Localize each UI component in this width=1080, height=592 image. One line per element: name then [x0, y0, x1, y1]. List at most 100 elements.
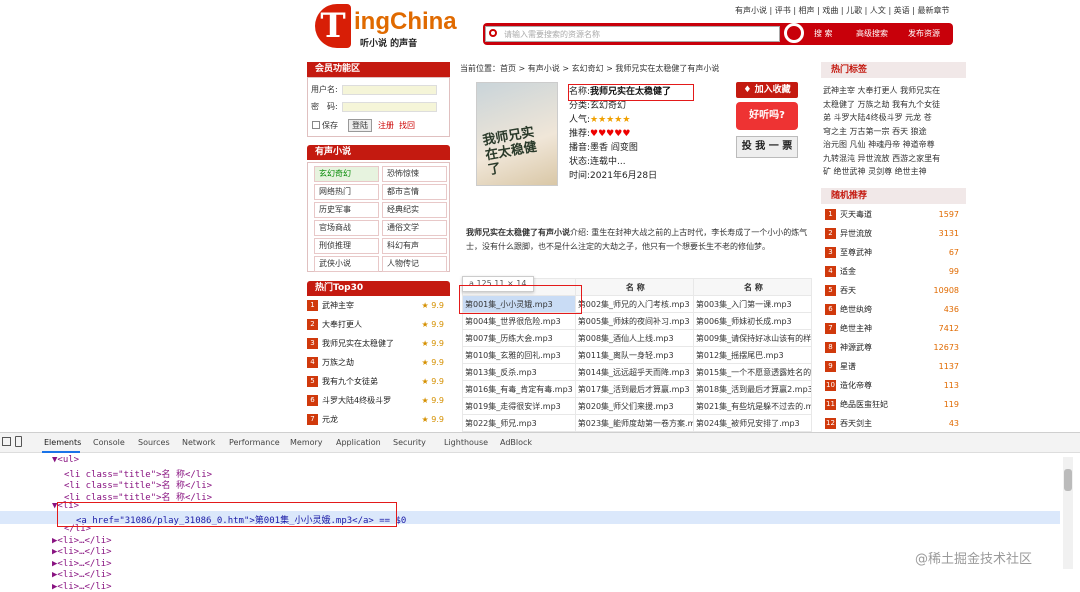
logo-text[interactable]: ingChina	[354, 8, 457, 36]
devtools-tab-sources[interactable]: Sources	[138, 438, 170, 447]
genre-link[interactable]: 官场商战	[314, 220, 379, 236]
top30-row[interactable]: 1 武神主宰 ★ 9.9	[307, 296, 450, 315]
random-row[interactable]: 2 异世流放 3131	[825, 224, 965, 243]
devtools-tab-security[interactable]: Security	[393, 438, 426, 447]
random-title[interactable]: 异世流放	[840, 229, 872, 238]
rank-title[interactable]: 我有九个女徒弟	[322, 377, 378, 386]
episode-link[interactable]: 第017集_活到最后才算赢.mp3	[574, 380, 694, 398]
magnifier-icon[interactable]	[784, 23, 804, 43]
device-toolbar-icon[interactable]	[15, 436, 22, 447]
episode-link[interactable]: 第015集_一个不愿意透露姓名的	[692, 363, 813, 381]
random-title[interactable]: 神源武尊	[840, 343, 872, 352]
genre-link[interactable]: 恐怖惊悚	[382, 166, 447, 182]
vote-button[interactable]: 投 我 一 票	[736, 136, 798, 158]
genre-link[interactable]: 刑侦推理	[314, 238, 379, 254]
dom-node-line[interactable]: ▶<li>…</li>	[52, 559, 112, 569]
episode-link[interactable]: 第004集_世界很危险.mp3	[462, 312, 576, 330]
hot-tag-line[interactable]: 武神主宰 大奉打更人 我师兄实在	[823, 84, 966, 98]
logo-mark[interactable]: T	[315, 4, 351, 48]
random-row[interactable]: 4 适金 99	[825, 262, 965, 281]
devtools-tab-performance[interactable]: Performance	[229, 438, 280, 447]
hot-tag-line[interactable]: 穹之主 万古第一宗 吞天 狼途	[823, 125, 966, 139]
breadcrumb[interactable]: 当前位置：首页 > 有声小说 > 玄幻奇幻 > 我师兄实在太稳健了有声小说	[460, 63, 719, 74]
episode-link[interactable]: 第013集_反杀.mp3	[462, 363, 576, 381]
forgot-link[interactable]: 找回	[399, 120, 415, 131]
top30-row[interactable]: 4 万族之劫 ★ 9.9	[307, 353, 450, 372]
genre-link[interactable]: 人物传记	[382, 256, 447, 272]
random-row[interactable]: 6 绝世纨绔 436	[825, 300, 965, 319]
genre-link[interactable]: 经典纪实	[382, 202, 447, 218]
random-title[interactable]: 造化帝尊	[840, 381, 872, 390]
dom-node-line[interactable]: <li class="title">名 称</li>	[64, 490, 212, 503]
episode-link[interactable]: 第022集_师兄.mp3	[462, 414, 576, 432]
random-row[interactable]: 11 绝品医蛮狂妃 119	[825, 395, 965, 414]
dom-node-line[interactable]: ▶<li>…</li>	[52, 536, 112, 546]
random-title[interactable]: 吞天	[840, 286, 856, 295]
devtools-tab-application[interactable]: Application	[336, 438, 381, 447]
search-button[interactable]: 搜 索	[814, 28, 833, 39]
random-row[interactable]: 7 绝世主神 7412	[825, 319, 965, 338]
remember-checkbox[interactable]	[312, 121, 320, 129]
hot-tag-line[interactable]: 弟 斗罗大陆4终极斗罗 元龙 苍	[823, 111, 966, 125]
random-title[interactable]: 灭天毒道	[840, 210, 872, 219]
episode-link[interactable]: 第021集_有些坑是躲不过去的.mp3	[692, 397, 813, 415]
password-input[interactable]	[342, 102, 437, 112]
dom-node-line[interactable]: ▶<li>…</li>	[52, 582, 112, 592]
random-row[interactable]: 3 至尊武神 67	[825, 243, 965, 262]
devtools-tab-network[interactable]: Network	[182, 438, 215, 447]
random-row[interactable]: 5 吞天 10908	[825, 281, 965, 300]
genre-link[interactable]: 武侠小说	[314, 256, 379, 272]
episode-link[interactable]: 第016集_有毒_肯定有毒.mp3	[462, 380, 576, 398]
devtools-tab-elements[interactable]: Elements	[44, 438, 81, 447]
episode-link[interactable]: 第009集_请保持好冰山该有的样子	[692, 329, 813, 347]
random-row[interactable]: 1 灭天毒道 1597	[825, 205, 965, 224]
devtools-tab-lighthouse[interactable]: Lighthouse	[444, 438, 488, 447]
devtools-tab-memory[interactable]: Memory	[290, 438, 323, 447]
episode-link[interactable]: 第023集_能师度劫第一卷方案.mp3	[574, 414, 694, 432]
random-row[interactable]: 10 造化帝尊 113	[825, 376, 965, 395]
genre-link[interactable]: 网络热门	[314, 184, 379, 200]
random-title[interactable]: 至尊武神	[840, 248, 872, 257]
episode-link[interactable]: 第012集_摇摆尾巴.mp3	[692, 346, 813, 364]
episode-link[interactable]: 第002集_师兄的入门考核.mp3	[574, 295, 694, 313]
dom-scrollbar-thumb[interactable]	[1064, 469, 1072, 491]
genre-link[interactable]: 都市言情	[382, 184, 447, 200]
genre-link[interactable]: 科幻有声	[382, 238, 447, 254]
episode-link[interactable]: 第003集_入门第一课.mp3	[692, 295, 813, 313]
rank-title[interactable]: 斗罗大陆4终极斗罗	[322, 396, 391, 405]
rank-title[interactable]: 我师兄实在太稳健了	[322, 339, 394, 348]
top30-row[interactable]: 2 大奉打更人 ★ 9.9	[307, 315, 450, 334]
search-input[interactable]: 请输入需要搜索的资源名称	[485, 26, 780, 42]
username-input[interactable]	[342, 85, 437, 95]
dom-node-line[interactable]: ▶<li>…</li>	[52, 547, 112, 557]
episode-link[interactable]: 第010集_玄雅的回礼.mp3	[462, 346, 576, 364]
random-title[interactable]: 星谱	[840, 362, 856, 371]
episode-link[interactable]: 第020集_师父们来援.mp3	[574, 397, 694, 415]
random-title[interactable]: 绝世主神	[840, 324, 872, 333]
episode-link[interactable]: 第014集_远远超乎天而降.mp3	[574, 363, 694, 381]
random-row[interactable]: 9 星谱 1137	[825, 357, 965, 376]
episode-link[interactable]: 第008集_酒仙人上线.mp3	[574, 329, 694, 347]
episode-link[interactable]: 第006集_师妹初长成.mp3	[692, 312, 813, 330]
hot-tag-line[interactable]: 太稳健了 万族之劫 我有九个女徒	[823, 98, 966, 112]
inspect-element-icon[interactable]	[2, 437, 11, 446]
top30-row[interactable]: 7 元龙 ★ 9.9	[307, 410, 450, 429]
top30-row[interactable]: 3 我师兄实在太稳健了 ★ 9.9	[307, 334, 450, 353]
hot-tag-line[interactable]: 矿 绝世武神 灵剑尊 绝世主神	[823, 165, 966, 179]
rank-title[interactable]: 万族之劫	[322, 358, 354, 367]
hot-tag-line[interactable]: 九转混沌 异世流放 西游之家里有	[823, 152, 966, 166]
random-row[interactable]: 8 神源武尊 12673	[825, 338, 965, 357]
login-button[interactable]: 登陆	[348, 119, 372, 132]
random-row[interactable]: 12 吞天剑主 43	[825, 414, 965, 432]
add-favorite-button[interactable]: ♦ 加入收藏	[736, 82, 798, 98]
publish-button[interactable]: 发布资源	[908, 28, 940, 39]
rank-title[interactable]: 元龙	[322, 415, 338, 424]
random-title[interactable]: 吞天剑主	[840, 419, 872, 428]
rank-title[interactable]: 武神主宰	[322, 301, 354, 310]
random-title[interactable]: 适金	[840, 267, 856, 276]
episode-link[interactable]: 第007集_历练大会.mp3	[462, 329, 576, 347]
episode-link[interactable]: 第011集_离队一身轻.mp3	[574, 346, 694, 364]
genre-link[interactable]: 通俗文学	[382, 220, 447, 236]
rank-title[interactable]: 大奉打更人	[322, 320, 362, 329]
episode-link[interactable]: 第024集_被师兄安排了.mp3	[692, 414, 813, 432]
